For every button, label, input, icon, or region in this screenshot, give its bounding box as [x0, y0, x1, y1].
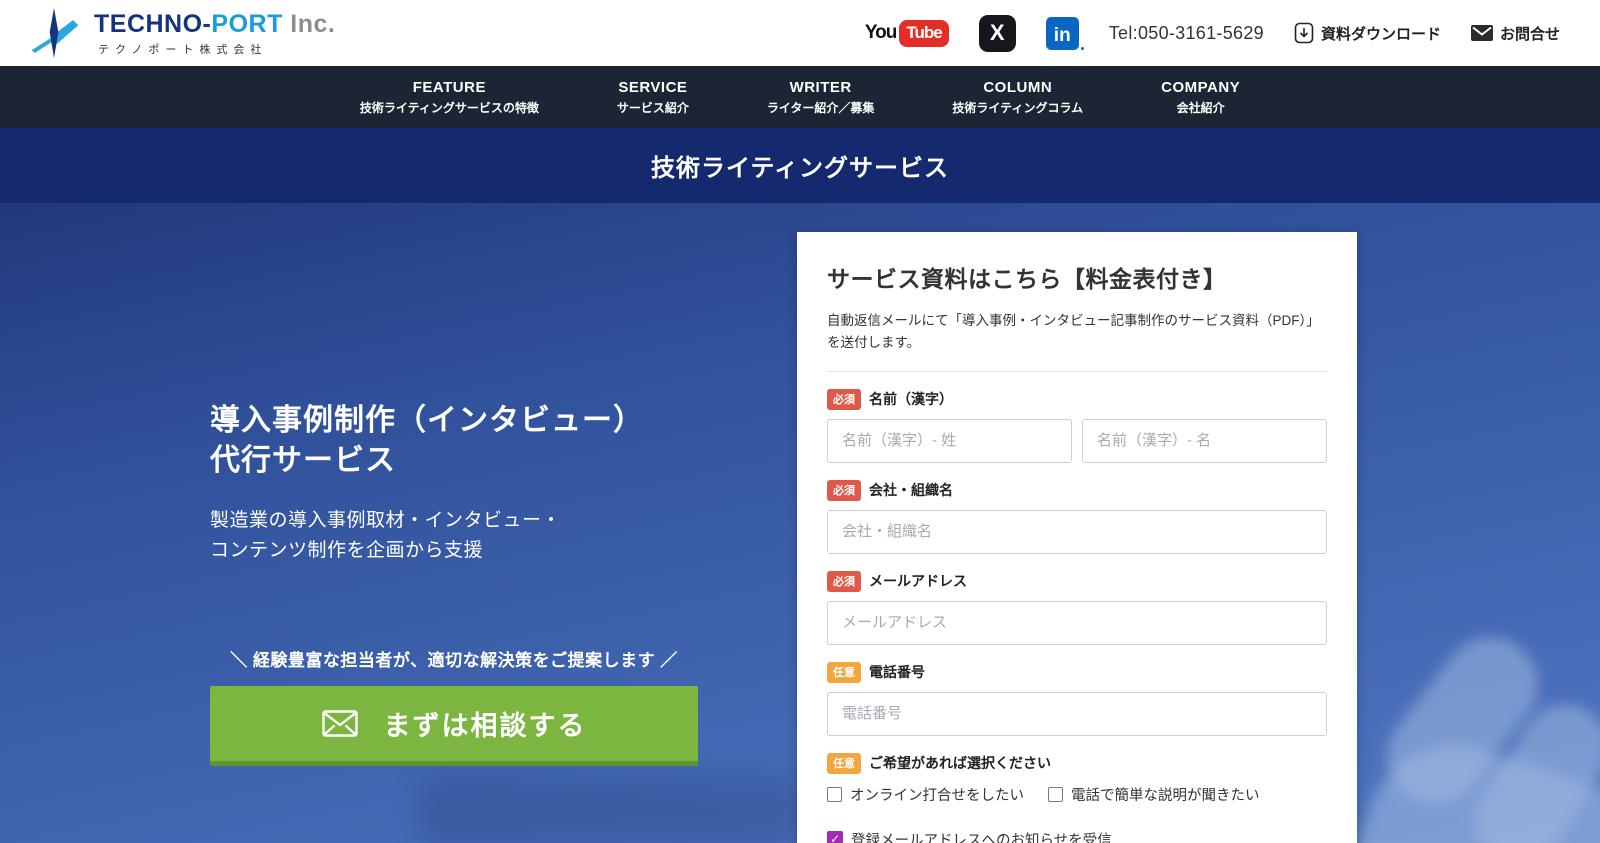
phone-explanation-checkbox[interactable]: 電話で簡単な説明が聞きたい: [1048, 784, 1260, 805]
form-description: 自動返信メールにて「導入事例・インタビュー記事制作のサービス資料（PDF）」を送…: [827, 313, 1320, 351]
contact-button[interactable]: お問合せ: [1470, 23, 1560, 44]
x-twitter-icon[interactable]: X: [978, 14, 1016, 52]
field-wishes: 任意 ご希望があれば選択ください オンライン打合せをしたい 電話で簡単な説明が聞…: [827, 752, 1327, 805]
nav-item-feature[interactable]: FEATURE 技術ライティングサービスの特徴: [360, 79, 539, 116]
nav-item-writer[interactable]: WRITER ライター紹介／募集: [767, 79, 875, 116]
mail-icon: [321, 710, 358, 737]
online-meeting-checkbox[interactable]: オンライン打合せをしたい: [827, 784, 1024, 805]
consult-button-label: まずは相談する: [383, 711, 587, 741]
checkbox-unchecked[interactable]: [827, 786, 842, 802]
youtube-icon[interactable]: You Tube: [865, 19, 949, 47]
site-header: TECHNO-PORT Inc. テクノポート株式会社 You Tube X i…: [0, 0, 1600, 66]
download-form-card: サービス資料はこちら【料金表付き】 自動返信メールにて「導入事例・インタビュー記…: [797, 232, 1357, 843]
field-phone-label: 電話番号: [869, 664, 925, 681]
required-badge: 必須: [827, 570, 861, 592]
cta-caption: ＼ 経験豊富な担当者が、適切な解決策をご提案します ／: [230, 651, 678, 670]
newsletter-checkbox[interactable]: ✓ 登録メールアドレスへのお知らせを受信: [827, 829, 1327, 843]
logo-text: TECHNO-PORT Inc. テクノポート株式会社: [94, 10, 335, 57]
logo-icon: [28, 5, 80, 61]
checkbox-unchecked[interactable]: [1048, 786, 1063, 802]
last-name-input[interactable]: [827, 418, 1072, 463]
company-name-japanese: テクノポート株式会社: [98, 43, 268, 56]
phone-input[interactable]: [827, 691, 1327, 736]
first-name-input[interactable]: [1082, 418, 1327, 463]
download-icon: [1294, 22, 1314, 44]
company-name: TECHNO-PORT Inc.: [94, 9, 336, 38]
logo[interactable]: TECHNO-PORT Inc. テクノポート株式会社: [28, 5, 335, 61]
nav-item-company[interactable]: COMPANY 会社紹介: [1161, 79, 1240, 116]
required-badge: 必須: [827, 479, 861, 501]
required-badge: 必須: [827, 388, 861, 410]
phone-number[interactable]: Tel:050-3161-5629: [1109, 23, 1264, 44]
checkbox-checked[interactable]: ✓: [827, 831, 843, 843]
field-phone: 任意 電話番号: [827, 661, 1327, 736]
form-title: サービス資料はこちら【料金表付き】: [827, 266, 1227, 292]
nav-item-service[interactable]: SERVICE サービス紹介: [617, 79, 689, 116]
page-title-banner: 技術ライティングサービス: [0, 128, 1600, 203]
field-name: 必須 名前（漢字）: [827, 388, 1327, 463]
main-nav: FEATURE 技術ライティングサービスの特徴 SERVICE サービス紹介 W…: [0, 66, 1600, 128]
optional-badge: 任意: [827, 752, 861, 774]
hero-section: 導入事例制作（インタビュー） 代行サービス 製造業の導入事例取材・インタビュー・…: [0, 203, 1600, 843]
hero-copy: 導入事例制作（インタビュー） 代行サービス 製造業の導入事例取材・インタビュー・…: [210, 401, 710, 766]
page-title: 技術ライティングサービス: [650, 155, 950, 182]
header-actions: You Tube X in Tel:050-3161-5629 資料ダウンロード: [865, 14, 1560, 52]
divider: [827, 370, 1327, 372]
company-input[interactable]: [827, 509, 1327, 554]
linkedin-icon[interactable]: in: [1045, 16, 1084, 50]
field-email: 必須 メールアドレス: [827, 570, 1327, 645]
optional-badge: 任意: [827, 661, 861, 683]
field-company-label: 会社・組織名: [869, 482, 953, 499]
field-email-label: メールアドレス: [869, 573, 967, 590]
hero-title: 導入事例制作（インタビュー） 代行サービス: [210, 404, 644, 477]
field-name-label: 名前（漢字）: [869, 391, 953, 408]
field-wishes-label: ご希望があれば選択ください: [869, 755, 1051, 772]
nav-item-column[interactable]: COLUMN 技術ライティングコラム: [952, 79, 1083, 116]
field-company: 必須 会社・組織名: [827, 479, 1327, 554]
consult-button[interactable]: まずは相談する: [210, 686, 698, 766]
download-button[interactable]: 資料ダウンロード: [1294, 22, 1441, 44]
hero-subtitle: 製造業の導入事例取材・インタビュー・ コンテンツ制作を企画から支援: [210, 510, 562, 561]
background-photo-shadow: [420, 778, 800, 843]
mail-icon: [1470, 25, 1493, 41]
email-input[interactable]: [827, 600, 1327, 645]
